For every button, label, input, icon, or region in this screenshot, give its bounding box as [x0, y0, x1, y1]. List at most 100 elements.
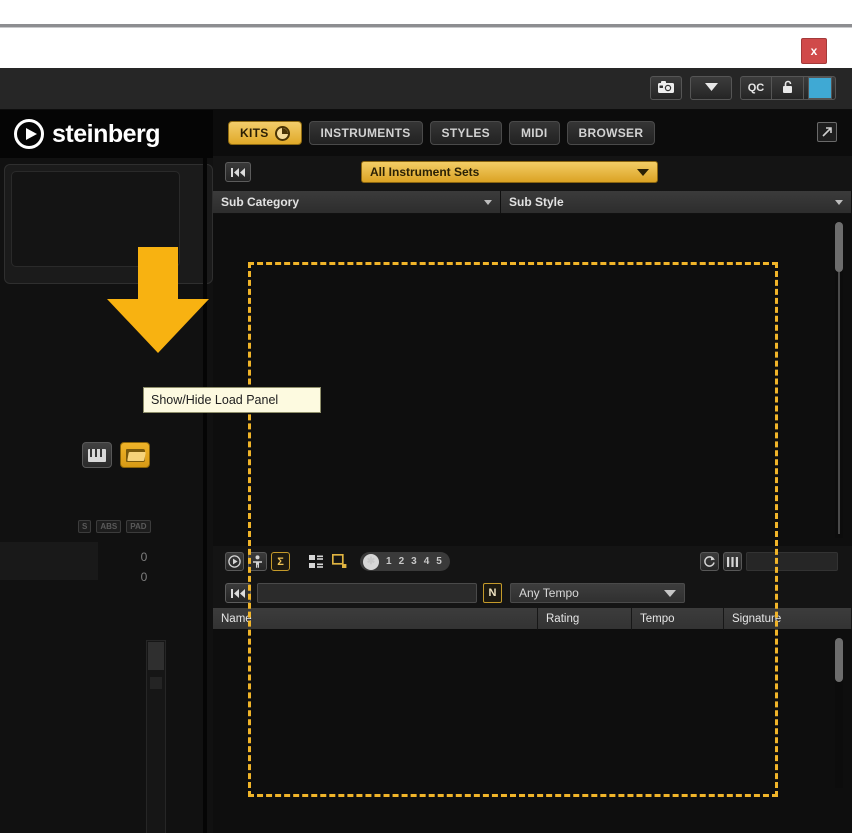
pointer-arrow-icon: [107, 247, 209, 353]
sub-category-select[interactable]: Sub Category: [213, 191, 501, 214]
keyboard-view-button[interactable]: [82, 442, 112, 468]
lock-button[interactable]: [772, 76, 804, 100]
tab-kits-label: KITS: [240, 126, 269, 140]
grid-view-icon[interactable]: [307, 552, 326, 571]
tempo-label: Any Tempo: [519, 586, 579, 600]
search-input[interactable]: [257, 583, 477, 603]
load-panel-button[interactable]: [120, 442, 150, 468]
rating-2[interactable]: 2: [399, 556, 405, 567]
tools-blank-field[interactable]: [746, 552, 838, 571]
brand-name: steinberg: [52, 119, 161, 148]
name-filter-button[interactable]: N: [483, 583, 502, 603]
sub-filter-row: Sub Category Sub Style: [213, 191, 852, 214]
instrument-set-filter-row: All Instrument Sets: [213, 156, 852, 191]
media-bay-tools-row: Σ ✱ 1 2 3 4 5: [213, 546, 852, 578]
results-table-header: Name Rating Tempo Signature: [213, 608, 852, 630]
pie-chart-icon: [274, 125, 290, 141]
tab-instruments[interactable]: INSTRUMENTS: [308, 121, 423, 145]
category-scrollbar[interactable]: [835, 222, 843, 538]
tempo-select[interactable]: Any Tempo: [510, 583, 685, 603]
rating-3[interactable]: 3: [411, 556, 417, 567]
person-icon[interactable]: [248, 552, 267, 571]
tab-browser[interactable]: BROWSER: [566, 121, 656, 145]
left-panel-values: 0 0: [128, 547, 160, 587]
solo-badge[interactable]: S: [78, 520, 92, 533]
single-view-icon[interactable]: [330, 552, 349, 571]
snapshot-group: [650, 76, 682, 100]
value-row-1: 0: [140, 550, 148, 564]
slider-handle[interactable]: [148, 642, 164, 670]
instrument-set-select[interactable]: All Instrument Sets: [361, 161, 658, 183]
keyboard-icon: [88, 448, 106, 462]
column-header-name[interactable]: Name: [213, 608, 538, 630]
chevron-down-icon: [637, 168, 649, 176]
play-circle-icon: [14, 119, 44, 149]
left-panel-display-box: [0, 542, 98, 580]
host-window-rule-light: [0, 27, 852, 28]
rating-filter[interactable]: ✱ 1 2 3 4 5: [360, 552, 450, 571]
star-icon: ✱: [363, 553, 379, 570]
channel-badges: S ABS PAD: [78, 520, 151, 533]
unlocked-padlock-icon: [781, 80, 795, 97]
tab-styles[interactable]: STYLES: [429, 121, 502, 145]
media-bay-tabbar: KITS INSTRUMENTS STYLES MIDI BROWSER: [213, 110, 852, 156]
rating-1[interactable]: 1: [386, 556, 392, 567]
tools-right-group: [700, 552, 838, 571]
left-panel: steinberg S ABS PAD 0 0: [0, 110, 213, 833]
play-preview-icon[interactable]: [225, 552, 244, 571]
quick-controls-group: QC: [740, 76, 836, 100]
sub-style-label: Sub Style: [509, 195, 564, 209]
column-header-signature[interactable]: Signature: [724, 608, 852, 630]
quick-controls-button[interactable]: QC: [740, 76, 772, 100]
instrument-set-label: All Instrument Sets: [370, 165, 480, 179]
slider-notch: [150, 677, 162, 689]
scrollbar-track[interactable]: [838, 272, 840, 534]
plugin-window: QC steinberg S ABS PAD 0 0 KITS INSTRUME…: [0, 68, 852, 833]
pad-badge[interactable]: PAD: [126, 520, 151, 533]
folder-open-icon: [125, 448, 145, 462]
abs-badge[interactable]: ABS: [96, 520, 122, 533]
preset-dropdown-group: [690, 76, 732, 100]
chevron-down-icon: [835, 199, 843, 205]
host-window-strip: [0, 0, 852, 40]
expand-arrow-icon[interactable]: [817, 122, 837, 142]
sum-icon[interactable]: Σ: [271, 552, 290, 571]
tooltip: Show/Hide Load Panel: [143, 387, 321, 413]
vst-toolbar-buttons: QC: [650, 76, 836, 100]
tab-kits[interactable]: KITS: [228, 121, 302, 145]
results-scrollbar[interactable]: [835, 638, 843, 788]
rating-4[interactable]: 4: [424, 556, 430, 567]
rating-5[interactable]: 5: [436, 556, 442, 567]
search-reset-icon[interactable]: [225, 583, 251, 603]
columns-icon[interactable]: [723, 552, 742, 571]
close-button[interactable]: x: [801, 38, 827, 64]
category-results-area[interactable]: [213, 214, 852, 546]
sub-category-label: Sub Category: [221, 195, 300, 209]
scrollbar-thumb[interactable]: [835, 222, 843, 272]
camera-icon: [658, 80, 674, 96]
left-panel-slider[interactable]: +: [146, 640, 166, 833]
column-header-tempo[interactable]: Tempo: [632, 608, 724, 630]
tab-midi[interactable]: MIDI: [509, 121, 560, 145]
rewind-to-start-icon[interactable]: [225, 162, 251, 182]
value-row-2: 0: [140, 570, 148, 584]
brand-bar: steinberg: [0, 110, 213, 158]
color-swatch-button[interactable]: [804, 76, 836, 100]
media-bay-search-row: N Any Tempo: [213, 578, 852, 608]
panel-divider: [203, 110, 207, 833]
left-panel-view-buttons: [82, 442, 150, 468]
snapshot-button[interactable]: [650, 76, 682, 100]
color-swatch: [807, 77, 832, 99]
vst-toolbar: QC: [0, 68, 852, 110]
refresh-icon[interactable]: [700, 552, 719, 571]
results-table-body[interactable]: [213, 630, 852, 833]
media-bay-panel: KITS INSTRUMENTS STYLES MIDI BROWSER All…: [213, 110, 852, 833]
tools-left-group: Σ ✱ 1 2 3 4 5: [225, 552, 450, 571]
chevron-down-icon: [484, 199, 492, 205]
column-header-rating[interactable]: Rating: [538, 608, 632, 630]
screenshot-root: x QC steinberg S ABS PAD 0 0 KITS INSTRU…: [0, 0, 852, 833]
sub-style-select[interactable]: Sub Style: [501, 191, 852, 214]
caret-down-icon: [704, 82, 718, 94]
scrollbar-thumb[interactable]: [835, 638, 843, 682]
preset-dropdown-button[interactable]: [690, 76, 732, 100]
